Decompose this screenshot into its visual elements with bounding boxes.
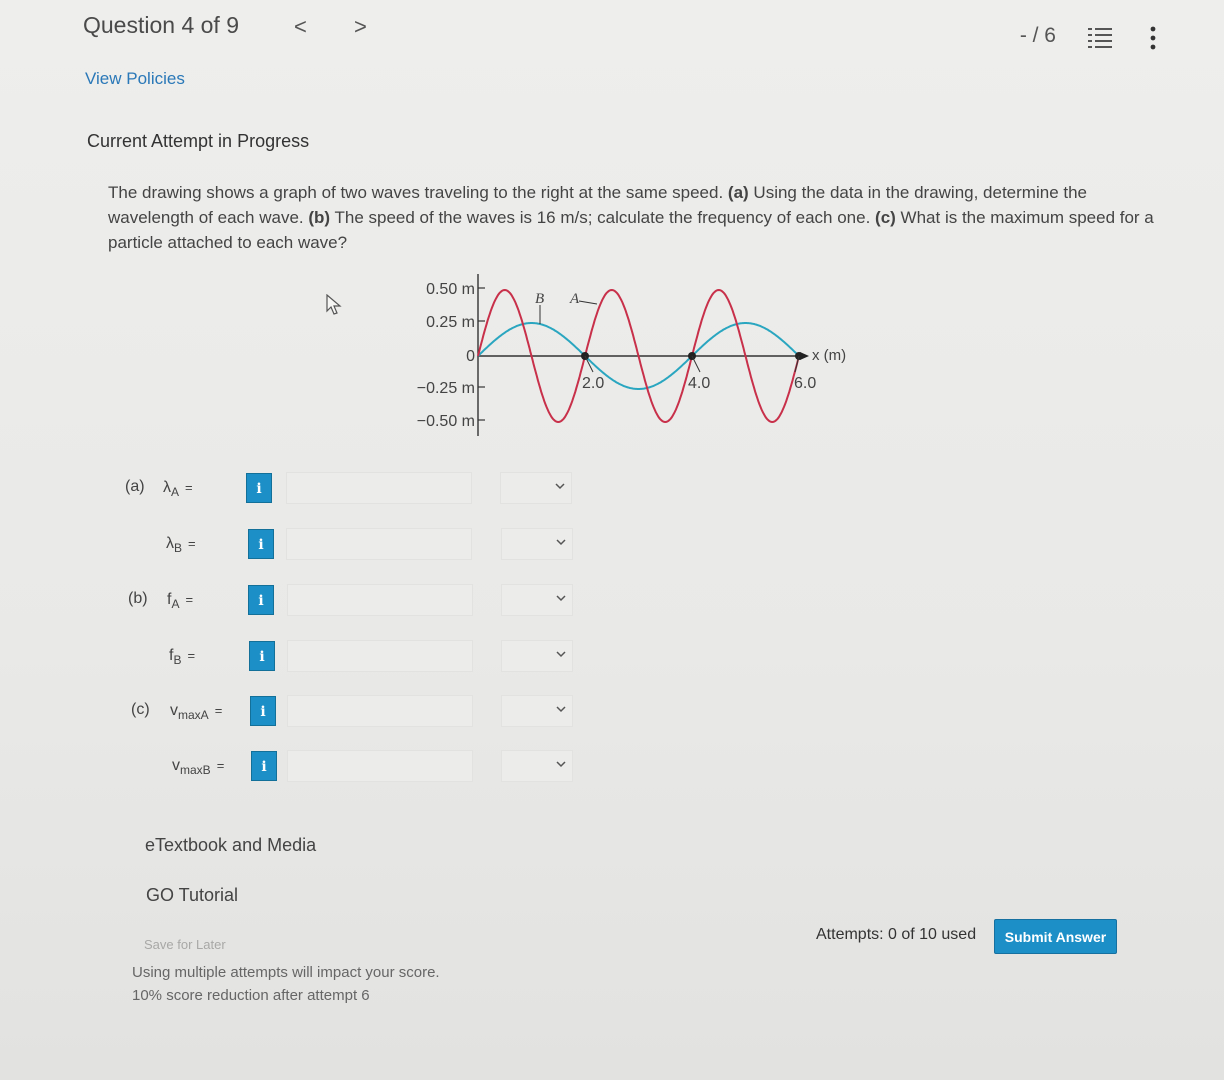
info-icon[interactable]: i [251,751,277,781]
variable-subscript: B [174,541,183,556]
chevron-down-icon [556,706,566,713]
variable-subscript: A [171,597,180,612]
answer-input[interactable] [286,528,472,560]
y-tick-label: 0.50 m [426,281,475,298]
answer-input[interactable] [287,750,473,782]
question-title: Question 4 of 9 [83,12,239,38]
attempts-counter: Attempts: 0 of 10 used [816,926,977,943]
chevron-down-icon [556,761,566,768]
x-axis-label: x (m) [812,347,846,364]
mouse-cursor-icon [326,294,342,315]
attempts-note-line: 10% score reduction after attempt 6 [132,987,370,1004]
answer-input[interactable] [287,640,473,672]
list-icon[interactable] [1088,27,1112,49]
y-tick-label: 0 [466,348,475,365]
answer-input[interactable] [287,695,473,727]
part-label: (a) [125,478,145,495]
variable-label: fA = [167,591,193,611]
variable-label: vmaxB = [172,757,224,777]
equals-sign: = [188,536,196,551]
equals-sign: = [185,480,193,495]
go-tutorial-link[interactable]: GO Tutorial [146,885,238,906]
variable-symbol: v [172,757,180,774]
variable-subscript: maxB [180,763,211,778]
units-select[interactable] [501,584,573,616]
attempt-heading: Current Attempt in Progress [87,131,310,151]
units-select[interactable] [501,750,573,782]
part-label: (b) [128,590,148,607]
variable-subscript: A [171,485,180,500]
equals-sign: = [187,648,196,663]
units-select[interactable] [501,695,573,727]
next-question-button[interactable]: > [354,14,367,40]
wave-b-label: B [535,291,544,307]
equals-sign: = [216,758,225,773]
y-tick-label: −0.50 m [417,413,475,430]
view-policies-link[interactable]: View Policies [85,69,185,89]
variable-label: vmaxA = [170,702,222,722]
info-icon[interactable]: i [250,696,276,726]
y-tick-label: 0.25 m [426,314,475,331]
etextbook-media-link[interactable]: eTextbook and Media [145,835,316,856]
more-vertical-icon[interactable] [1146,24,1160,52]
equals-sign: = [185,592,194,607]
answer-input[interactable] [287,584,473,616]
variable-symbol: λ [163,479,171,496]
variable-symbol: v [170,702,178,719]
x-tick-label: 4.0 [688,375,710,392]
variable-subscript: B [173,653,182,668]
previous-question-button[interactable]: < [294,14,307,40]
equals-sign: = [214,703,223,718]
x-tick-label: 2.0 [582,375,604,392]
units-select[interactable] [501,640,573,672]
submit-answer-button[interactable]: Submit Answer [994,919,1117,954]
variable-subscript: maxA [178,708,209,723]
chevron-down-icon [556,539,566,546]
part-label: (c) [131,701,150,718]
question-score: - / 6 [1019,24,1056,47]
attempts-note-line: Using multiple attempts will impact your… [132,964,440,981]
variable-label: fB = [169,647,195,667]
answer-input[interactable] [286,472,472,504]
attempts-note: Using multiple attempts will impact your… [132,961,440,1007]
variable-symbol: λ [166,535,174,552]
info-icon[interactable]: i [248,585,274,615]
x-tick-label: 6.0 [794,375,816,392]
info-icon[interactable]: i [246,473,272,503]
y-tick-label: −0.25 m [417,380,475,397]
units-select[interactable] [501,528,573,560]
variable-label: λA = [163,479,193,499]
chevron-down-icon [555,483,565,490]
chevron-down-icon [556,595,566,602]
units-select[interactable] [500,472,572,504]
chevron-down-icon [556,651,566,658]
info-icon[interactable]: i [249,641,275,671]
variable-label: λB = [166,535,196,555]
wave-a-label: A [569,291,580,307]
save-for-later-button[interactable]: Save for Later [144,937,226,952]
problem-statement: The drawing shows a graph of two waves t… [108,183,1154,252]
wave-graph: 0.50 m 0.25 m 0 −0.25 m −0.50 m 2.0 4.0 … [417,274,846,436]
info-icon[interactable]: i [248,529,274,559]
